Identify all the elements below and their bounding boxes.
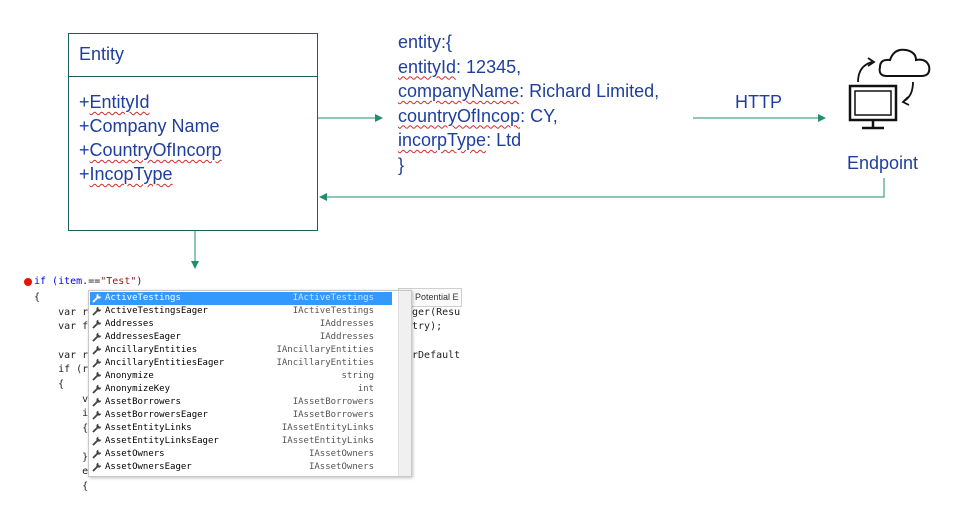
code-line: e	[34, 466, 89, 477]
attribute-entity-id: +EntityId	[79, 92, 150, 112]
autocomplete-item[interactable]: Addresses IAddresses	[90, 318, 392, 331]
wrench-icon	[92, 306, 102, 316]
autocomplete-list[interactable]: ActiveTestings IActiveTestings ActiveTesti…	[88, 290, 412, 477]
autocomplete-item-type: IActiveTestings	[292, 293, 374, 303]
code-line: var r	[34, 307, 89, 318]
autocomplete-item[interactable]: AssetBorrowers IAssetBorrowers	[90, 396, 392, 409]
autocomplete-item-type: IAncillaryEntities	[276, 358, 374, 368]
autocomplete-item[interactable]: AssetEntityLinks IAssetEntityLinks	[90, 422, 392, 435]
autocomplete-item-name: Addresses	[105, 319, 154, 329]
wrench-icon	[92, 462, 102, 472]
code-line: var f	[34, 321, 89, 332]
autocomplete-item-name: AddressesEager	[105, 332, 181, 342]
code-line: {	[34, 481, 89, 492]
autocomplete-item-type: IAncillaryEntities	[276, 345, 374, 355]
autocomplete-item-name: AssetOwners	[105, 449, 165, 459]
entity-class-box: Entity +EntityId +Company Name +CountryO…	[68, 33, 318, 231]
autocomplete-item-type: IAssetEntityLinks	[281, 436, 374, 446]
autocomplete-item[interactable]: AssetBorrowersEager IAssetBorrowers	[90, 409, 392, 422]
autocomplete-item-type: IAssetBorrowers	[292, 397, 374, 407]
autocomplete-item[interactable]: AddressesEager IAddresses	[90, 331, 392, 344]
autocomplete-item-type: IAssetOwners	[308, 449, 374, 459]
autocomplete-item-name: AssetEntityLinksEager	[105, 436, 219, 446]
attribute-company-name: +Company Name	[79, 116, 220, 136]
http-label: HTTP	[735, 92, 782, 112]
autocomplete-item-name: ActiveTestings	[105, 293, 181, 303]
autocomplete-item[interactable]: ActiveTestings IActiveTestings	[90, 292, 392, 305]
wrench-icon	[92, 384, 102, 394]
autocomplete-item[interactable]: Anonymize string	[90, 370, 392, 383]
wrench-icon	[92, 410, 102, 420]
attribute-country-of-incorp: +CountryOfIncorp	[79, 140, 222, 160]
autocomplete-item-name: AssetBorrowersEager	[105, 410, 208, 420]
json-line: entityId: 12345,	[398, 56, 522, 77]
json-line: countryOfIncop: CY,	[398, 105, 558, 126]
wrench-icon	[92, 371, 102, 381]
autocomplete-item[interactable]: AssetOwnersEager IAssetOwners	[90, 461, 392, 474]
entity-class-title: Entity	[79, 44, 125, 64]
wrench-icon	[92, 319, 102, 329]
autocomplete-item[interactable]: AnonymizeKey int	[90, 383, 392, 396]
autocomplete-item-name: AnonymizeKey	[105, 384, 171, 394]
code-line: {	[34, 292, 41, 303]
wrench-icon	[92, 436, 102, 446]
wrench-icon	[92, 293, 102, 303]
code-line: v	[34, 394, 89, 405]
autocomplete-item-type: string	[341, 371, 374, 381]
wrench-icon	[92, 345, 102, 355]
code-line: {	[34, 379, 65, 390]
breakpoint-icon[interactable]	[24, 278, 32, 286]
autocomplete-item-type: IAssetBorrowers	[292, 410, 374, 420]
autocomplete-item-type: IAssetOwners	[308, 462, 374, 472]
attribute-incop-type: +IncopType	[79, 164, 173, 184]
autocomplete-item[interactable]: AncillaryEntitiesEager IAncillaryEntities	[90, 357, 392, 370]
autocomplete-item-name: AssetOwnersEager	[105, 462, 192, 472]
autocomplete-item[interactable]: ActiveTestingsEager IActiveTestings	[90, 305, 392, 318]
autocomplete-item-name: AssetEntityLinks	[105, 423, 192, 433]
wrench-icon	[92, 358, 102, 368]
wrench-icon	[92, 449, 102, 459]
return-arrow	[319, 178, 885, 201]
autocomplete-item-type: IAddresses	[319, 319, 374, 329]
endpoint-label: Endpoint	[847, 153, 919, 173]
autocomplete-item[interactable]: AssetEntityLinksEager IAssetEntityLinks	[90, 435, 392, 448]
autocomplete-item-name: Anonymize	[105, 371, 154, 381]
code-line: if (item.=="Test")	[34, 276, 143, 287]
json-open: entity:{	[398, 32, 453, 52]
autocomplete-item-name: AncillaryEntities	[105, 345, 198, 355]
json-line: companyName: Richard Limited,	[398, 81, 660, 101]
autocomplete-item[interactable]: AssetOwners IAssetOwners	[90, 448, 392, 461]
autocomplete-item[interactable]: AncillaryEntities IAncillaryEntities	[90, 344, 392, 357]
json-payload: entity:{ entityId: 12345, companyName: R…	[398, 30, 659, 177]
tooltip-text: Potential E	[415, 292, 459, 302]
cloud-icon	[878, 48, 931, 77]
code-line: if (r	[34, 364, 89, 375]
code-line: i	[34, 408, 89, 419]
code-line-tail: OrDefault	[406, 350, 461, 361]
json-line: incorpType: Ltd	[398, 130, 522, 150]
autocomplete-scrollbar[interactable]	[398, 291, 411, 476]
computer-monitor-icon	[848, 84, 898, 130]
wrench-icon	[92, 332, 102, 342]
autocomplete-item-type: IActiveTestings	[292, 306, 374, 316]
wrench-icon	[92, 397, 102, 407]
code-line: }	[34, 452, 89, 463]
entity-attributes: +EntityId +Company Name +CountryOfIncorp…	[79, 90, 222, 186]
code-line-tail: ager(Resu	[406, 307, 461, 318]
class-divider	[69, 76, 317, 77]
autocomplete-item-type: IAssetEntityLinks	[281, 423, 374, 433]
autocomplete-item-name: ActiveTestingsEager	[105, 306, 208, 316]
code-line: {	[34, 423, 89, 434]
json-close: }	[398, 154, 405, 175]
autocomplete-item-name: AncillaryEntitiesEager	[105, 358, 225, 368]
code-line: var r	[34, 350, 89, 361]
wrench-icon	[92, 423, 102, 433]
autocomplete-item-type: int	[357, 384, 374, 394]
autocomplete-item-type: IAddresses	[319, 332, 374, 342]
autocomplete-item-name: AssetBorrowers	[105, 397, 181, 407]
